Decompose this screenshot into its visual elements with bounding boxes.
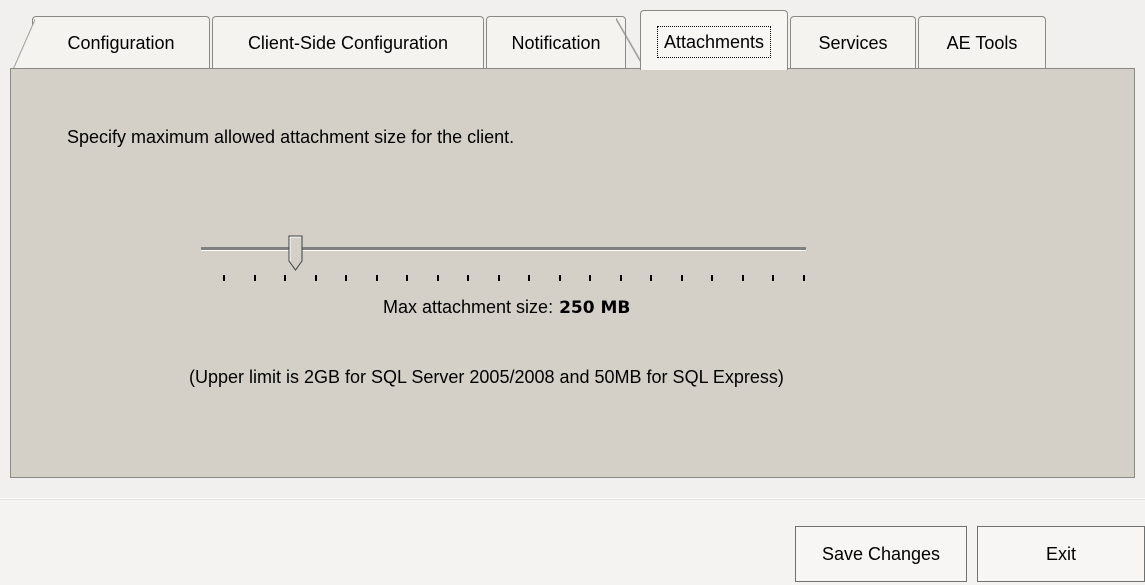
- slider-tick: [558, 275, 561, 281]
- slider-tick: [528, 275, 531, 281]
- max-size-readout: Max attachment size: 250 MB: [383, 297, 630, 318]
- tab-services[interactable]: Services: [790, 16, 916, 68]
- tab-client-side-configuration[interactable]: Client-Side Configuration: [212, 16, 484, 68]
- tab-strip: Configuration Client-Side Configuration …: [0, 0, 1145, 70]
- upper-limit-note: (Upper limit is 2GB for SQL Server 2005/…: [189, 367, 784, 387]
- slider-tick: [589, 275, 592, 281]
- slider-tick: [772, 275, 775, 281]
- slider-tick: [223, 275, 225, 281]
- tab-ae-tools[interactable]: AE Tools: [918, 16, 1046, 68]
- slider-tick: [406, 275, 409, 281]
- slider-tick: [253, 275, 256, 281]
- slider-tick: [497, 275, 500, 281]
- slider-tick: [711, 275, 714, 281]
- attachments-panel: Specify maximum allowed attachment size …: [10, 68, 1135, 478]
- max-size-value: 250 MB: [559, 298, 631, 318]
- slider-tick: [619, 275, 622, 281]
- slider-tick: [436, 275, 439, 281]
- tab-attachments[interactable]: Attachments: [640, 10, 788, 70]
- panel-description: Specify maximum allowed attachment size …: [67, 127, 515, 147]
- slider-tick: [650, 275, 653, 281]
- slider-tick: [467, 275, 470, 281]
- slider-tick: [680, 275, 683, 281]
- max-size-label: Max attachment size:: [383, 297, 554, 317]
- tab-configuration-label: Configuration: [67, 33, 175, 54]
- tab-attachments-label: Attachments: [656, 26, 772, 59]
- footer-bar: Save Changes Exit: [0, 500, 1145, 585]
- slider-tick: [375, 275, 378, 281]
- tab-notification-label: Notification: [511, 33, 601, 54]
- slider-thumb-icon[interactable]: [288, 235, 304, 271]
- tab-configuration[interactable]: Configuration: [13, 16, 210, 69]
- tab-client-side-configuration-label: Client-Side Configuration: [247, 33, 449, 54]
- slider-tick: [284, 275, 287, 281]
- exit-button[interactable]: Exit: [977, 526, 1145, 582]
- attachment-size-slider[interactable]: [201, 229, 806, 289]
- tab-ae-tools-label: AE Tools: [946, 33, 1018, 54]
- tab-notification[interactable]: Notification: [486, 16, 626, 68]
- slider-ticks: [201, 275, 806, 281]
- slider-tick: [345, 275, 348, 281]
- slider-tick: [803, 275, 805, 281]
- tab-services-label: Services: [818, 33, 888, 54]
- save-changes-button[interactable]: Save Changes: [795, 526, 967, 582]
- slider-tick: [741, 275, 744, 281]
- slider-tick: [314, 275, 317, 281]
